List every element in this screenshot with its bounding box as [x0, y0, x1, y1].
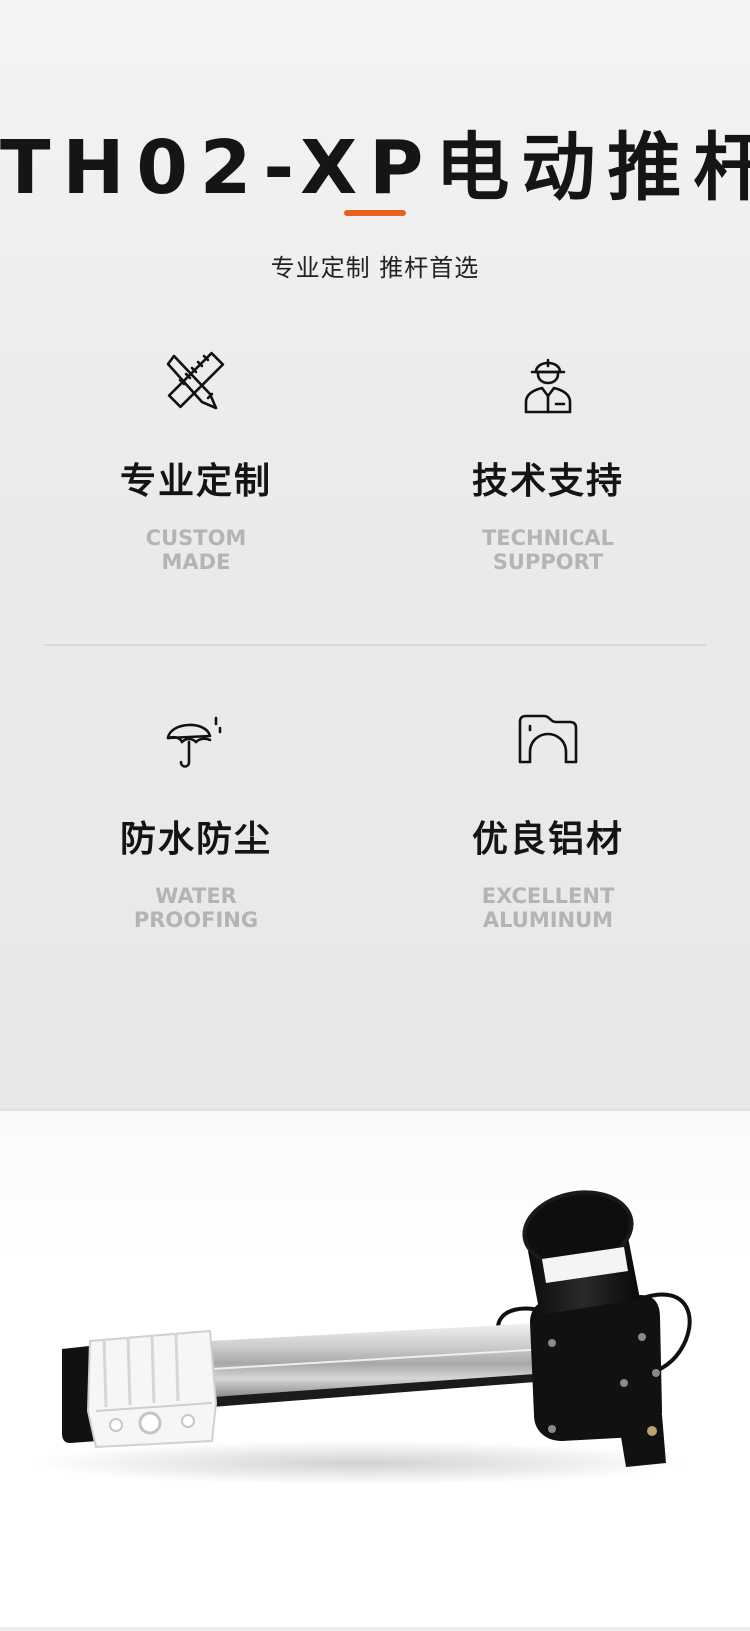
- feature-subtitle: TECHNICAL SUPPORT: [481, 526, 615, 574]
- section-divider: [44, 644, 706, 646]
- page-subtitle: 专业定制 推杆首选: [270, 254, 480, 282]
- feature-custom-made: 专业定制 CUSTOM MADE: [46, 350, 346, 574]
- umbrella-icon: [166, 716, 222, 768]
- feature-subtitle: CUSTOM MADE: [145, 526, 247, 574]
- feature-title: 优良铝材: [471, 819, 624, 860]
- linear-actuator-photo: [30, 1190, 692, 1485]
- feature-title: 专业定制: [119, 461, 272, 502]
- product-photo-area: [0, 1108, 750, 1627]
- ruler-pencil-icon: [166, 351, 225, 410]
- feature-title: 防水防尘: [119, 819, 272, 860]
- feature-technical-support: 技术支持 TECHNICAL SUPPORT: [398, 350, 698, 574]
- product-shadow: [30, 1441, 690, 1485]
- feature-aluminum: 优良铝材 EXCELLENT ALUMINUM: [398, 708, 698, 932]
- feature-subtitle: WATER PROOFING: [133, 884, 259, 932]
- feature-title: 技术支持: [471, 461, 624, 502]
- engineer-icon: [524, 358, 572, 414]
- title-accent-bar: [344, 210, 406, 216]
- feature-waterproof: 防水防尘 WATER PROOFING: [46, 708, 346, 932]
- page-title: TH02-XP电动推杆: [0, 125, 750, 211]
- feature-subtitle: EXCELLENT ALUMINUM: [481, 884, 615, 932]
- aluminum-profile-icon: [518, 714, 578, 764]
- mounting-foot: [618, 1415, 666, 1467]
